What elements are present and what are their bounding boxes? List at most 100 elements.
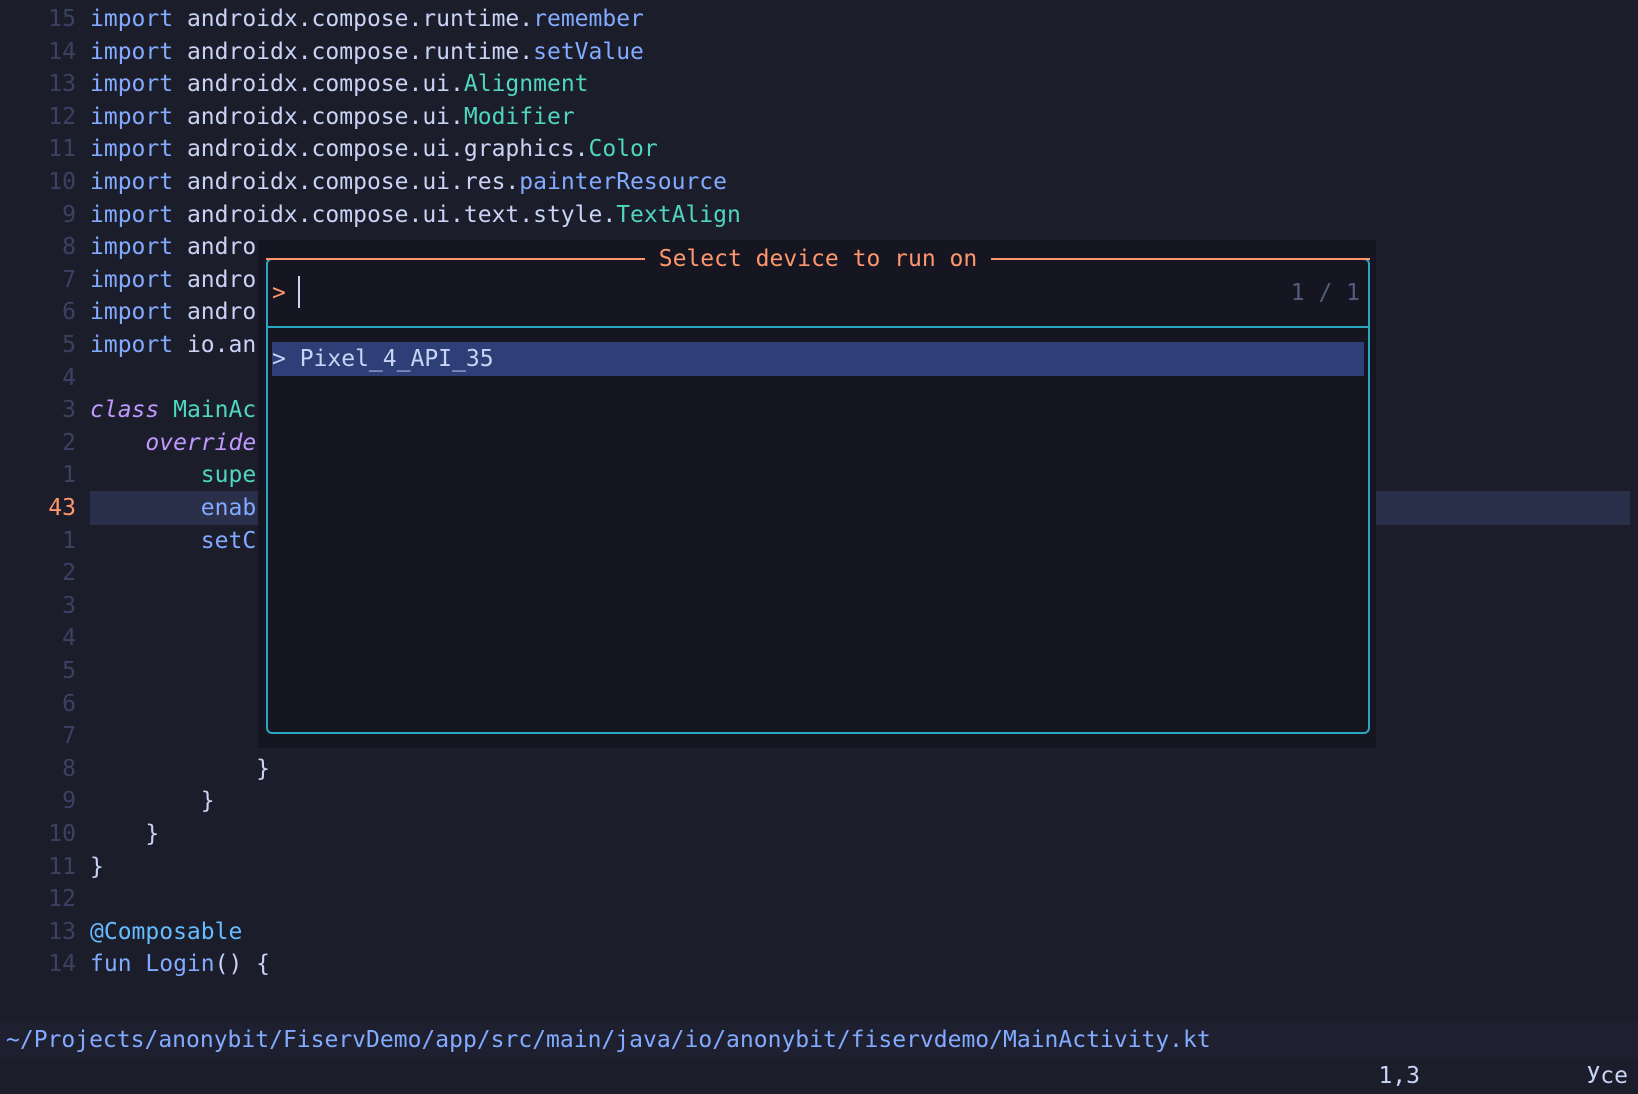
scroll-indicator: Усе xyxy=(1586,1063,1628,1089)
code-text: } xyxy=(90,817,159,851)
line-number: 43 xyxy=(48,495,76,521)
picker-separator xyxy=(268,326,1368,328)
code-token: import xyxy=(90,71,187,98)
code-line[interactable]: 13 @Composable xyxy=(0,915,1638,949)
line-number: 10 xyxy=(48,169,76,195)
line-number: 14 xyxy=(48,38,76,65)
code-line[interactable]: 12 import androidx.compose.ui.Modifier xyxy=(0,100,1638,134)
code-text: } xyxy=(90,752,270,786)
code-text: import androidx.compose.ui.graphics.Colo… xyxy=(90,132,658,166)
code-token: remember xyxy=(533,6,644,32)
code-token: class xyxy=(90,397,174,424)
line-number: 15 xyxy=(48,6,76,32)
code-token: () { xyxy=(214,951,271,978)
code-token: andro xyxy=(186,266,257,293)
cursor-position: 1,3 xyxy=(1378,1063,1420,1089)
picker-title: Select device to run on xyxy=(266,242,1370,276)
code-token: androidx.compose.ui.graphics. xyxy=(186,136,589,163)
code-token: } xyxy=(90,755,271,782)
code-token: Color xyxy=(588,136,658,163)
code-text: import andro xyxy=(90,263,256,297)
code-text: setC xyxy=(90,524,256,558)
code-token: androidx.compose.runtime. xyxy=(186,6,534,32)
code-token: import xyxy=(90,6,187,32)
code-token: import xyxy=(90,169,187,195)
picker-result-counter: 1 / 1 xyxy=(1290,280,1360,306)
line-number: 1 xyxy=(62,462,76,489)
code-text: import androidx.compose.ui.res.painterRe… xyxy=(90,165,727,199)
code-text: import io.an xyxy=(90,328,256,362)
line-number: 7 xyxy=(62,266,76,293)
code-line[interactable]: 13 import androidx.compose.ui.Alignment xyxy=(0,67,1638,101)
code-token: androidx.compose.runtime. xyxy=(186,38,534,65)
code-line[interactable]: 14 import androidx.compose.runtime.setVal… xyxy=(0,35,1638,69)
code-token: io.an xyxy=(186,332,257,358)
code-line[interactable]: 8 } xyxy=(0,752,1638,786)
line-number: 4 xyxy=(62,625,76,652)
picker-search-input[interactable] xyxy=(298,276,300,308)
code-line[interactable]: 9 import androidx.compose.ui.text.style.T… xyxy=(0,198,1638,232)
command-line: 1,3 Усе xyxy=(0,1059,1638,1094)
code-line[interactable]: 10 } xyxy=(0,817,1638,851)
code-line[interactable]: 9 } xyxy=(0,784,1638,818)
code-token: andro xyxy=(186,299,257,326)
code-token: import xyxy=(90,332,187,358)
picker-result-item[interactable]: > Pixel_4_API_35 xyxy=(272,342,1364,376)
line-number: 8 xyxy=(62,234,76,261)
code-token: painterResource xyxy=(519,169,727,195)
code-text: import andro xyxy=(90,230,256,264)
line-number: 13 xyxy=(48,918,76,945)
line-number: 10 xyxy=(48,821,76,847)
code-line[interactable]: 11} xyxy=(0,850,1638,884)
code-token: import xyxy=(90,38,187,65)
code-token: import xyxy=(90,136,187,163)
code-token: enab xyxy=(90,495,257,521)
code-token: import xyxy=(90,266,187,293)
line-number: 11 xyxy=(48,853,76,880)
line-number: 6 xyxy=(62,690,76,717)
line-number: 9 xyxy=(62,788,76,815)
line-number: 7 xyxy=(62,723,76,750)
code-token: setValue xyxy=(533,38,644,65)
code-text: override xyxy=(90,426,256,460)
line-number: 5 xyxy=(62,658,76,684)
code-text: import androidx.compose.ui.Modifier xyxy=(90,100,575,134)
line-number: 3 xyxy=(62,397,76,424)
picker-title-text: Select device to run on xyxy=(644,246,992,272)
code-text: } xyxy=(90,784,215,818)
line-number: 2 xyxy=(62,429,76,456)
code-line[interactable]: 14 fun Login() { xyxy=(0,947,1638,981)
code-token: TextAlign xyxy=(616,201,741,228)
code-token: override xyxy=(90,429,257,456)
code-line[interactable]: 15 import androidx.compose.runtime.rememb… xyxy=(0,2,1638,36)
code-text: import androidx.compose.runtime.remember xyxy=(90,2,644,36)
code-token: import xyxy=(90,234,187,261)
code-text: import androidx.compose.ui.Alignment xyxy=(90,67,589,101)
line-number: 2 xyxy=(62,560,76,587)
code-token: androidx.compose.ui. xyxy=(186,103,464,130)
code-token: androidx.compose.ui.res. xyxy=(186,169,520,195)
line-number: 9 xyxy=(62,201,76,228)
code-text: @Composable xyxy=(90,915,242,949)
code-token: } xyxy=(90,821,160,847)
code-line[interactable]: 12 xyxy=(0,882,1638,916)
code-text: } xyxy=(90,850,104,884)
code-token: fun xyxy=(90,951,146,978)
status-bar: ~/Projects/anonybit/FiservDemo/app/src/m… xyxy=(0,1021,1638,1059)
code-token: setC xyxy=(90,527,257,554)
code-text: import androidx.compose.ui.text.style.Te… xyxy=(90,198,741,232)
line-number: 14 xyxy=(48,951,76,978)
line-number: 12 xyxy=(48,103,76,130)
device-picker xyxy=(266,258,1370,734)
code-token: } xyxy=(90,788,215,815)
line-number: 4 xyxy=(62,364,76,391)
code-text: import androidx.compose.runtime.setValue xyxy=(90,35,644,69)
code-line[interactable]: 11 import androidx.compose.ui.graphics.Co… xyxy=(0,132,1638,166)
line-number: 1 xyxy=(62,527,76,554)
code-line[interactable]: 10 import androidx.compose.ui.res.painter… xyxy=(0,165,1638,199)
picker-prompt: > xyxy=(272,280,286,306)
line-number: 11 xyxy=(48,136,76,163)
code-text: supe xyxy=(90,458,256,492)
code-token: import xyxy=(90,299,187,326)
code-token: Alignment xyxy=(463,71,589,98)
